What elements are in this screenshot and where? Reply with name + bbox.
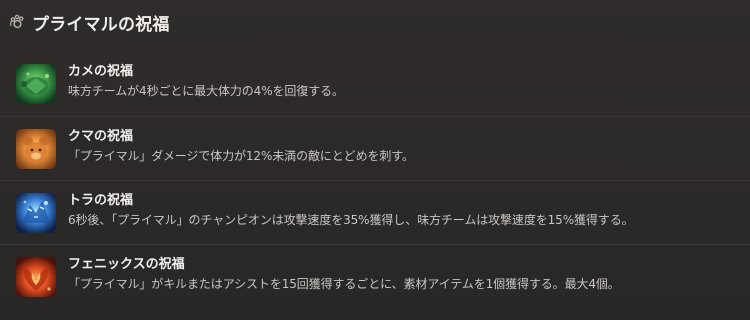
blessing-list: カメの祝福 味方チームが4秒ごとに最大体力の4%を回復する。 クマの祝福 「プラ… xyxy=(0,52,750,308)
list-item-turtle-blessing: カメの祝福 味方チームが4秒ごとに最大体力の4%を回復する。 xyxy=(0,52,750,116)
panel-header: プライマルの祝福 xyxy=(8,10,170,35)
blessing-description: 6秒後、「プライマル」のチャンピオンは攻撃速度を35%獲得し、味方チームは攻撃速… xyxy=(68,213,634,227)
phoenix-blessing-icon xyxy=(16,257,56,297)
turtle-blessing-icon xyxy=(16,64,56,104)
blessing-title: クマの祝福 xyxy=(68,129,134,144)
list-item-bear-blessing: クマの祝福 「プライマル」ダメージで体力が12%未満の敵にとどめを刺す。 xyxy=(0,116,750,180)
blessing-description: 「プライマル」ダメージで体力が12%未満の敵にとどめを刺す。 xyxy=(68,149,414,163)
list-item-tiger-blessing: トラの祝福 6秒後、「プライマル」のチャンピオンは攻撃速度を35%獲得し、味方チ… xyxy=(0,180,750,244)
paw-swirl-icon xyxy=(8,13,26,31)
blessing-title: フェニックスの祝福 xyxy=(68,257,185,272)
blessing-title: トラの祝福 xyxy=(68,193,134,208)
blessing-description: 味方チームが4秒ごとに最大体力の4%を回復する。 xyxy=(68,84,344,98)
blessing-description: 「プライマル」がキルまたはアシストを15回獲得するごとに、素材アイテムを1個獲得… xyxy=(68,277,620,291)
list-item-phoenix-blessing: フェニックスの祝福 「プライマル」がキルまたはアシストを15回獲得するごとに、素… xyxy=(0,244,750,308)
blessing-title: カメの祝福 xyxy=(68,64,134,79)
bear-blessing-icon xyxy=(16,129,56,169)
panel-title: プライマルの祝福 xyxy=(32,14,170,35)
primal-blessing-panel: プライマルの祝福 カメの祝福 味方チームが4秒ごとに最大体力の4%を回復する。 … xyxy=(0,0,750,320)
tiger-blessing-icon xyxy=(16,193,56,233)
